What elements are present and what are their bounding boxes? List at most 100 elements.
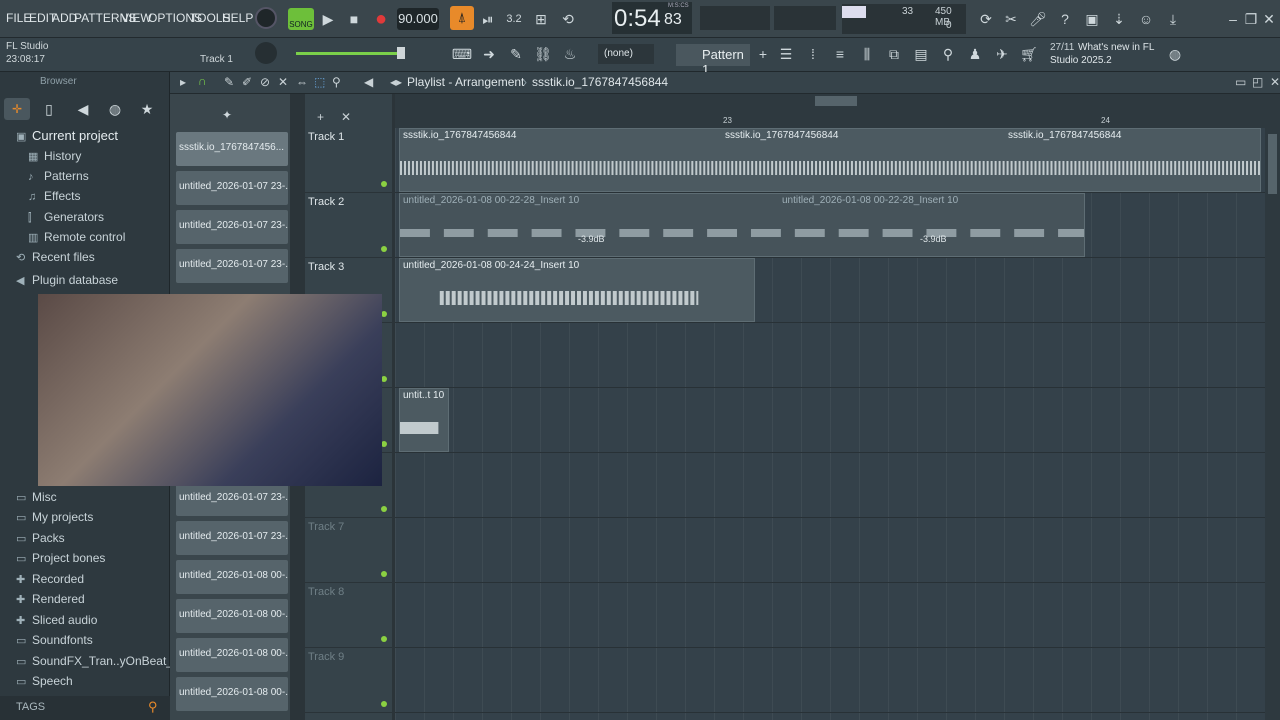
master-pitch-slider[interactable] (296, 52, 404, 55)
browser-item-effects[interactable]: ♫ Effects (28, 189, 80, 203)
wait-record-icon[interactable]: ⏯ (477, 8, 499, 30)
window-close-icon[interactable]: ✕ (1270, 75, 1280, 89)
track-mute-led[interactable] (381, 506, 387, 512)
audio-clip[interactable]: untitled_2026-01-08 00-22-28_Insert 10 u… (399, 193, 1085, 257)
browser-icon[interactable]: ⧉ (883, 43, 905, 65)
song-mode-button[interactable]: SONG (288, 8, 314, 30)
clip-tile[interactable]: untitled_2026-01-08 00-... (176, 599, 288, 633)
browser-item-packs[interactable]: ▭ Packs (16, 531, 65, 545)
master-volume-knob[interactable] (255, 7, 277, 29)
paint-tool-icon[interactable]: ✐ (242, 75, 252, 89)
track-mute-led[interactable] (381, 701, 387, 707)
time-display[interactable]: 0:54 83 M:S:CS (612, 2, 692, 34)
add-pattern-icon[interactable]: + (752, 43, 774, 65)
countdown-icon[interactable]: 3.2 (503, 8, 525, 30)
piano-icon[interactable]: ⌨ (451, 43, 473, 65)
pattern-selector[interactable]: Pattern 1 (676, 44, 750, 77)
cart-icon[interactable]: 🛒︎ (1018, 43, 1040, 65)
playlist-scrollbar[interactable] (1265, 94, 1280, 720)
audio-clip[interactable]: untitled_2026-01-08 00-24-24_Insert 10 (399, 258, 755, 322)
browser-item-recent-files[interactable]: ⟲ Recent files (16, 250, 95, 264)
channel-rack-icon[interactable]: ⁞ (802, 43, 824, 65)
play-icon[interactable]: ▶ (317, 8, 339, 30)
pitch-knob[interactable] (255, 42, 277, 64)
browser-item-generators[interactable]: ⫿ Generators (28, 210, 104, 225)
clip-tile[interactable]: untitled_2026-01-07 23-... (176, 171, 288, 205)
clip-tile[interactable]: untitled_2026-01-08 00-... (176, 638, 288, 672)
clip-tile[interactable]: untitled_2026-01-07 23-... (176, 521, 288, 555)
slip-tool-icon[interactable]: ⇔ (296, 75, 308, 89)
scroll-overview[interactable] (815, 96, 857, 106)
browser-item-soundfonts[interactable]: ▭ Soundfonts (16, 633, 93, 647)
arrow-icon[interactable]: ➜ (478, 43, 500, 65)
metronome-icon[interactable]: ⍋ (450, 6, 474, 30)
tempo-display[interactable]: 90.000 (397, 8, 439, 30)
remove-track-icon[interactable]: ✕ (341, 110, 351, 124)
cut-icon[interactable]: ✂ (1000, 8, 1022, 30)
mic-icon[interactable]: 🎤︎ (1027, 8, 1049, 30)
stop-icon[interactable]: ■ (343, 8, 365, 30)
browser-item-rendered[interactable]: ✚ Rendered (16, 592, 85, 606)
clip-tile[interactable]: untitled_2026-01-07 23-... (176, 210, 288, 244)
add-track-icon[interactable]: + (317, 110, 324, 124)
browser-item-sliced-audio[interactable]: ✚ Sliced audio (16, 613, 97, 627)
brush-icon[interactable]: ✎ (505, 43, 527, 65)
track-header[interactable]: Track 1 (305, 128, 392, 193)
playlist-arrows-icon[interactable]: ◂▸ (390, 75, 402, 89)
track-mute-led[interactable] (381, 181, 387, 187)
link-icon[interactable]: ⛓ (532, 43, 554, 65)
stamp-icon[interactable]: ♨ (559, 43, 581, 65)
save-icon[interactable]: ▣ (1081, 8, 1103, 30)
track-lane[interactable]: untit..t 10 (395, 388, 1265, 453)
menu-file[interactable]: FILE (6, 11, 31, 25)
news-title-line2[interactable]: Studio 2025.2 (1050, 55, 1112, 66)
clip-tile[interactable]: untitled_2026-01-08 00-... (176, 677, 288, 711)
track-mute-led[interactable] (381, 636, 387, 642)
browser-speaker-icon[interactable]: ◀ (72, 98, 94, 120)
clip-tile[interactable]: untitled_2026-01-07 23-... (176, 249, 288, 283)
track-lane[interactable]: untitled_2026-01-08 00-24-24_Insert 10 (395, 258, 1265, 323)
browser-star-icon[interactable]: ★ (136, 98, 158, 120)
track-lane[interactable] (395, 453, 1265, 518)
playlist-grid[interactable]: ssstik.io_1767847456844 ssstik.io_176784… (395, 128, 1265, 720)
news-title-line1[interactable]: What's new in FL (1078, 42, 1154, 53)
browser-item-history[interactable]: ▦ History (28, 149, 81, 163)
browser-item-project-bones[interactable]: ▭ Project bones (16, 551, 105, 565)
step-edit-icon[interactable]: ⊞ (530, 8, 552, 30)
browser-item-misc[interactable]: ▭ Misc (16, 490, 57, 504)
file-icon[interactable]: ▤ (910, 43, 932, 65)
track-header[interactable]: Track 2 (305, 193, 392, 258)
plugin-picker-icon[interactable]: ✈ (991, 43, 1013, 65)
track-lane[interactable]: untitled_2026-01-08 00-22-28_Insert 10 u… (395, 193, 1265, 258)
undo-icon[interactable]: ⟳ (975, 8, 997, 30)
track-header[interactable]: Track 8 (305, 583, 392, 648)
mute-tool-icon[interactable]: ✕ (278, 75, 288, 89)
audio-clip[interactable]: ssstik.io_1767847456844 ssstik.io_176784… (399, 128, 1261, 192)
track-header[interactable]: Track 9 (305, 648, 392, 713)
browser-item-plugin-database[interactable]: ◀ Plugin database (16, 273, 118, 287)
track-lane[interactable] (395, 518, 1265, 583)
globe-icon[interactable]: ◍ (1164, 43, 1186, 65)
chat-icon[interactable]: ☺ (1135, 8, 1157, 30)
track-lane[interactable] (395, 583, 1265, 648)
timeline-ruler[interactable]: 23 24 (395, 94, 1265, 128)
menu-help[interactable]: HELP (222, 11, 253, 25)
speaker-icon[interactable]: ◀ (364, 75, 373, 89)
person-icon[interactable]: ♟ (964, 43, 986, 65)
help-icon[interactable]: ? (1054, 8, 1076, 30)
clip-tile[interactable]: untitled_2026-01-08 00-... (176, 560, 288, 594)
track-header[interactable]: Track 7 (305, 518, 392, 583)
select-tool-icon[interactable]: ⬚ (314, 75, 325, 89)
loop-record-icon[interactable]: ⟲ (557, 8, 579, 30)
track-lane[interactable] (395, 323, 1265, 388)
scrollbar-thumb[interactable] (1268, 134, 1277, 194)
draw-tool-icon[interactable]: ✎ (224, 75, 234, 89)
render-icon[interactable]: ⇣ (1108, 8, 1130, 30)
track-mute-led[interactable] (381, 571, 387, 577)
clip-picker-handle-icon[interactable]: ✦ (222, 108, 232, 122)
download-icon[interactable]: ⤓ (1162, 8, 1184, 30)
plug-icon[interactable]: ⚲ (937, 43, 959, 65)
browser-files-icon[interactable]: ▯ (38, 98, 60, 120)
browser-item-recorded[interactable]: ✚ Recorded (16, 572, 84, 586)
piano-roll-icon[interactable]: ⫼ (856, 43, 878, 65)
